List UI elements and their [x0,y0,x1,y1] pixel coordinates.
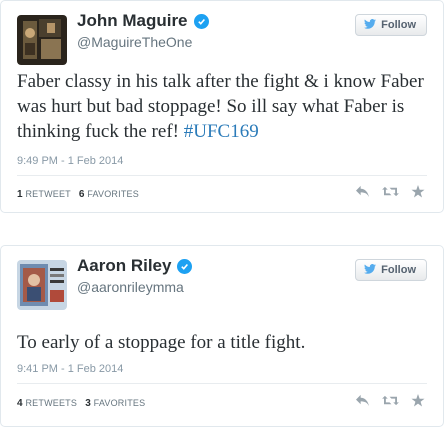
tweet-text: To early of a stoppage for a title fight… [17,330,427,355]
verified-icon [177,258,193,274]
retweet-label: RETWEETS [25,398,78,408]
avatar[interactable] [17,15,67,65]
divider [17,175,427,176]
follow-label: Follow [381,19,416,31]
display-name[interactable]: Aaron Riley [77,256,171,276]
twitter-bird-icon [364,263,377,277]
tweet-text: Faber classy in his talk after the fight… [17,69,427,144]
reply-icon[interactable] [355,394,370,407]
retweet-icon[interactable] [382,185,399,198]
tweet-stats: 1 RETWEET 6 FAVORITES [17,189,139,200]
favorite-label: FAVORITES [87,189,139,199]
timestamp[interactable]: 9:49 PM - 1 Feb 2014 [17,155,123,167]
retweet-count[interactable]: 1 [17,189,23,200]
retweet-label: RETWEET [25,189,71,199]
reply-icon[interactable] [355,185,370,198]
user-handle[interactable]: @aaronrileymma [77,279,184,295]
favorite-label: FAVORITES [93,398,146,408]
tweet-text-body: To early of a stoppage for a title fight… [17,332,306,353]
divider [17,383,427,384]
avatar[interactable] [17,260,67,310]
favorite-icon[interactable] [411,394,425,407]
hashtag-link[interactable]: #UFC169 [184,121,259,142]
tweet-actions [355,185,425,198]
display-name[interactable]: John Maguire [77,11,188,31]
retweet-icon[interactable] [382,394,399,407]
tweet-card: John Maguire @MaguireTheOne Follow Faber… [0,0,444,213]
favorite-count[interactable]: 6 [79,189,85,200]
retweet-count[interactable]: 4 [17,398,23,409]
tweet-card: Aaron Riley @aaronrileymma Follow To ear… [0,245,444,427]
follow-button[interactable]: Follow [355,259,427,281]
favorite-count[interactable]: 3 [85,398,91,409]
timestamp[interactable]: 9:41 PM - 1 Feb 2014 [17,363,123,375]
user-handle[interactable]: @MaguireTheOne [77,34,192,50]
twitter-bird-icon [364,18,377,32]
follow-button[interactable]: Follow [355,14,427,36]
verified-icon [193,13,209,29]
follow-label: Follow [381,264,416,276]
tweet-actions [355,394,425,407]
tweet-stats: 4 RETWEETS 3 FAVORITES [17,398,145,409]
favorite-icon[interactable] [411,185,425,198]
